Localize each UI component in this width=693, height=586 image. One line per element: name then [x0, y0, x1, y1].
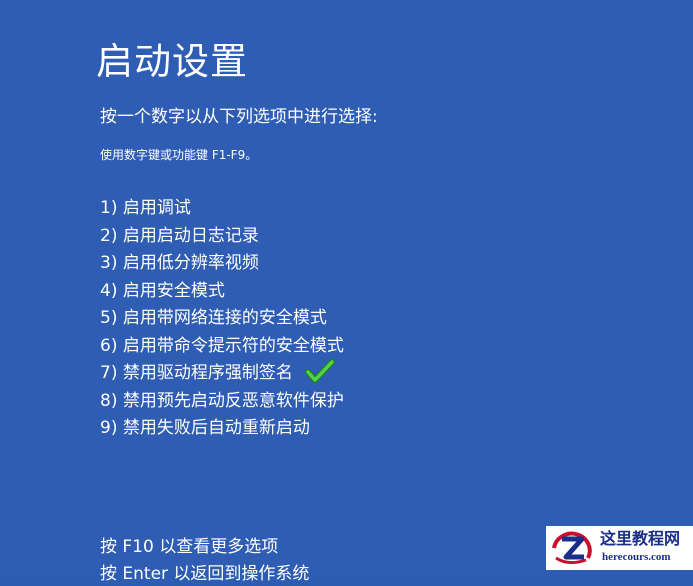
checkmark-icon [304, 359, 335, 383]
option-label: 1) 启用调试 [100, 198, 191, 218]
watermark-name: 这里教程网 [600, 529, 681, 548]
option-disable-early-launch-antimalware[interactable]: 8) 禁用预先启动反恶意软件保护 [100, 388, 344, 416]
option-label: 3) 启用低分辨率视频 [100, 253, 259, 273]
watermark: 这里教程网 herecours.com [546, 526, 693, 570]
boot-settings-screen: 启动设置 按一个数字以从下列选项中进行选择: 使用数字键或功能键 F1-F9。 … [0, 0, 693, 584]
more-options-hint: 按 F10 以查看更多选项 [100, 537, 279, 557]
option-label: 7) 禁用驱动程序强制签名 [100, 363, 293, 383]
return-to-os-hint: 按 Enter 以返回到操作系统 [100, 564, 310, 584]
option-enable-safe-mode-command-prompt[interactable]: 6) 启用带命令提示符的安全模式 [100, 333, 344, 361]
instruction-text: 按一个数字以从下列选项中进行选择: [100, 107, 378, 127]
option-label: 9) 禁用失败后自动重新启动 [100, 418, 310, 438]
option-enable-debugging[interactable]: 1) 启用调试 [100, 195, 344, 223]
option-label: 2) 启用启动日志记录 [100, 225, 259, 246]
option-label: 5) 启用带网络连接的安全模式 [100, 308, 327, 328]
option-enable-safe-mode-networking[interactable]: 5) 启用带网络连接的安全模式 [100, 305, 344, 333]
option-enable-low-resolution-video[interactable]: 3) 启用低分辨率视频 [100, 250, 344, 278]
watermark-url: herecours.com [602, 551, 671, 563]
page-title: 启动设置 [96, 40, 248, 83]
option-disable-auto-restart-on-failure[interactable]: 9) 禁用失败后自动重新启动 [100, 415, 344, 443]
watermark-logo-icon [548, 528, 596, 568]
option-label: 8) 禁用预先启动反恶意软件保护 [100, 390, 344, 411]
option-label: 6) 启用带命令提示符的安全模式 [100, 335, 344, 356]
option-label: 4) 启用安全模式 [100, 280, 225, 301]
startup-options-list: 1) 启用调试 2) 启用启动日志记录 3) 启用低分辨率视频 4) 启用安全模… [100, 195, 344, 443]
option-enable-boot-logging[interactable]: 2) 启用启动日志记录 [100, 223, 344, 251]
option-enable-safe-mode[interactable]: 4) 启用安全模式 [100, 278, 344, 306]
option-disable-driver-signature-enforcement[interactable]: 7) 禁用驱动程序强制签名 [100, 359, 344, 388]
hint-text: 使用数字键或功能键 F1-F9。 [100, 148, 258, 162]
